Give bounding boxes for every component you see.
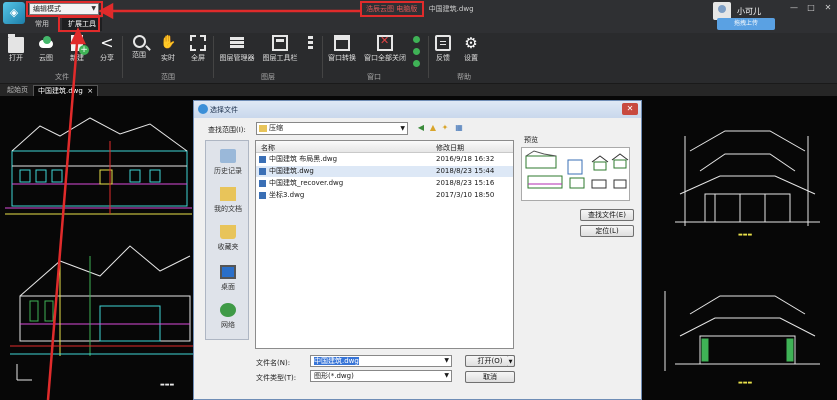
file-list[interactable]: 名称 修改日期 中国建筑 布局黑.dwg 2016/9/18 16:32 中国建… bbox=[255, 140, 514, 349]
desktop-icon bbox=[220, 265, 236, 279]
file-type-select[interactable]: 图形(*.dwg) ▼ bbox=[310, 370, 452, 382]
place-my-documents[interactable]: 我的文档 bbox=[206, 187, 250, 214]
dialog-app-icon bbox=[198, 104, 208, 114]
column-date-header[interactable]: 修改日期 bbox=[436, 143, 464, 153]
place-network-label: 网络 bbox=[221, 321, 235, 329]
view-menu-icon[interactable]: ▦ bbox=[454, 123, 464, 133]
place-desktop-label: 桌面 bbox=[221, 283, 235, 291]
dialog-title-bar[interactable]: 选择文件 ✕ bbox=[194, 101, 641, 118]
file-name-label: 文件名(N): bbox=[256, 359, 291, 367]
open-file-button-label: 打开(O) bbox=[477, 357, 503, 365]
file-date: 2016/9/18 16:32 bbox=[436, 155, 495, 163]
file-row[interactable]: 中国建筑 布局黑.dwg 2016/9/18 16:32 bbox=[256, 154, 513, 165]
column-name-header[interactable]: 名称 bbox=[261, 143, 275, 153]
look-in-label: 查找范围(I): bbox=[208, 126, 246, 134]
chevron-down-icon: ▼ bbox=[444, 372, 449, 379]
place-history[interactable]: 历史记录 bbox=[206, 149, 250, 176]
place-favorites[interactable]: 收藏夹 bbox=[206, 225, 250, 252]
documents-folder-icon bbox=[220, 187, 236, 201]
place-network[interactable]: 网络 bbox=[206, 303, 250, 330]
file-name: 中国建筑.dwg bbox=[269, 167, 314, 175]
network-globe-icon bbox=[220, 303, 236, 317]
file-list-header: 名称 修改日期 bbox=[256, 141, 513, 153]
file-row[interactable]: 坐标3.dwg 2017/3/10 18:50 bbox=[256, 190, 513, 201]
look-in-value: 压缩 bbox=[269, 124, 283, 132]
file-date: 2018/8/23 15:16 bbox=[436, 179, 495, 187]
chevron-down-icon: ▼ bbox=[508, 359, 513, 365]
dialog-close-icon[interactable]: ✕ bbox=[622, 103, 638, 115]
folder-icon bbox=[259, 125, 267, 132]
dwg-file-icon bbox=[259, 180, 266, 187]
preview-label: 预览 bbox=[524, 136, 538, 144]
new-folder-icon[interactable]: ✦ bbox=[440, 123, 450, 133]
favorites-folder-icon bbox=[220, 225, 236, 239]
file-name: 中国建筑 布局黑.dwg bbox=[269, 155, 338, 163]
place-history-label: 历史记录 bbox=[214, 167, 242, 175]
cancel-button[interactable]: 取消 bbox=[465, 371, 515, 383]
back-icon[interactable]: ◀ bbox=[416, 123, 426, 133]
find-file-button[interactable]: 查找文件(E) bbox=[580, 209, 634, 221]
file-date: 2017/3/10 18:50 bbox=[436, 191, 495, 199]
dwg-file-icon bbox=[259, 156, 266, 163]
file-name-input[interactable]: 中国建筑.dwg ▼ bbox=[310, 355, 452, 367]
place-desktop[interactable]: 桌面 bbox=[206, 265, 250, 292]
up-folder-icon[interactable]: ▲ bbox=[428, 123, 438, 133]
file-date: 2018/8/23 15:44 bbox=[436, 167, 495, 175]
file-name: 中国建筑_recover.dwg bbox=[269, 179, 344, 187]
file-row[interactable]: 中国建筑_recover.dwg 2018/8/23 15:16 bbox=[256, 178, 513, 189]
dwg-file-icon bbox=[259, 168, 266, 175]
file-name: 坐标3.dwg bbox=[269, 191, 305, 199]
file-row-selected[interactable]: 中国建筑.dwg 2018/8/23 15:44 bbox=[256, 166, 513, 177]
file-type-value: 图形(*.dwg) bbox=[314, 372, 354, 380]
places-bar: 历史记录 我的文档 收藏夹 桌面 网络 bbox=[205, 140, 249, 340]
history-icon bbox=[220, 149, 236, 163]
dialog-title: 选择文件 bbox=[210, 106, 238, 114]
locate-button[interactable]: 定位(L) bbox=[580, 225, 634, 237]
preview-drawing bbox=[525, 150, 629, 189]
chevron-down-icon: ▼ bbox=[400, 125, 405, 132]
chevron-down-icon[interactable]: ▼ bbox=[444, 356, 449, 366]
place-my-documents-label: 我的文档 bbox=[214, 205, 242, 213]
preview-thumbnail bbox=[521, 147, 630, 201]
open-options-dropdown[interactable]: ▼ bbox=[507, 355, 515, 367]
place-favorites-label: 收藏夹 bbox=[217, 243, 239, 251]
file-type-label: 文件类型(T): bbox=[256, 374, 297, 382]
look-in-select[interactable]: 压缩 ▼ bbox=[256, 122, 408, 135]
file-name-value: 中国建筑.dwg bbox=[314, 357, 359, 365]
dwg-file-icon bbox=[259, 192, 266, 199]
select-file-dialog: 选择文件 ✕ 查找范围(I): 压缩 ▼ ◀ ▲ ✦ ▦ 历史记录 我的文档 收… bbox=[193, 100, 642, 400]
